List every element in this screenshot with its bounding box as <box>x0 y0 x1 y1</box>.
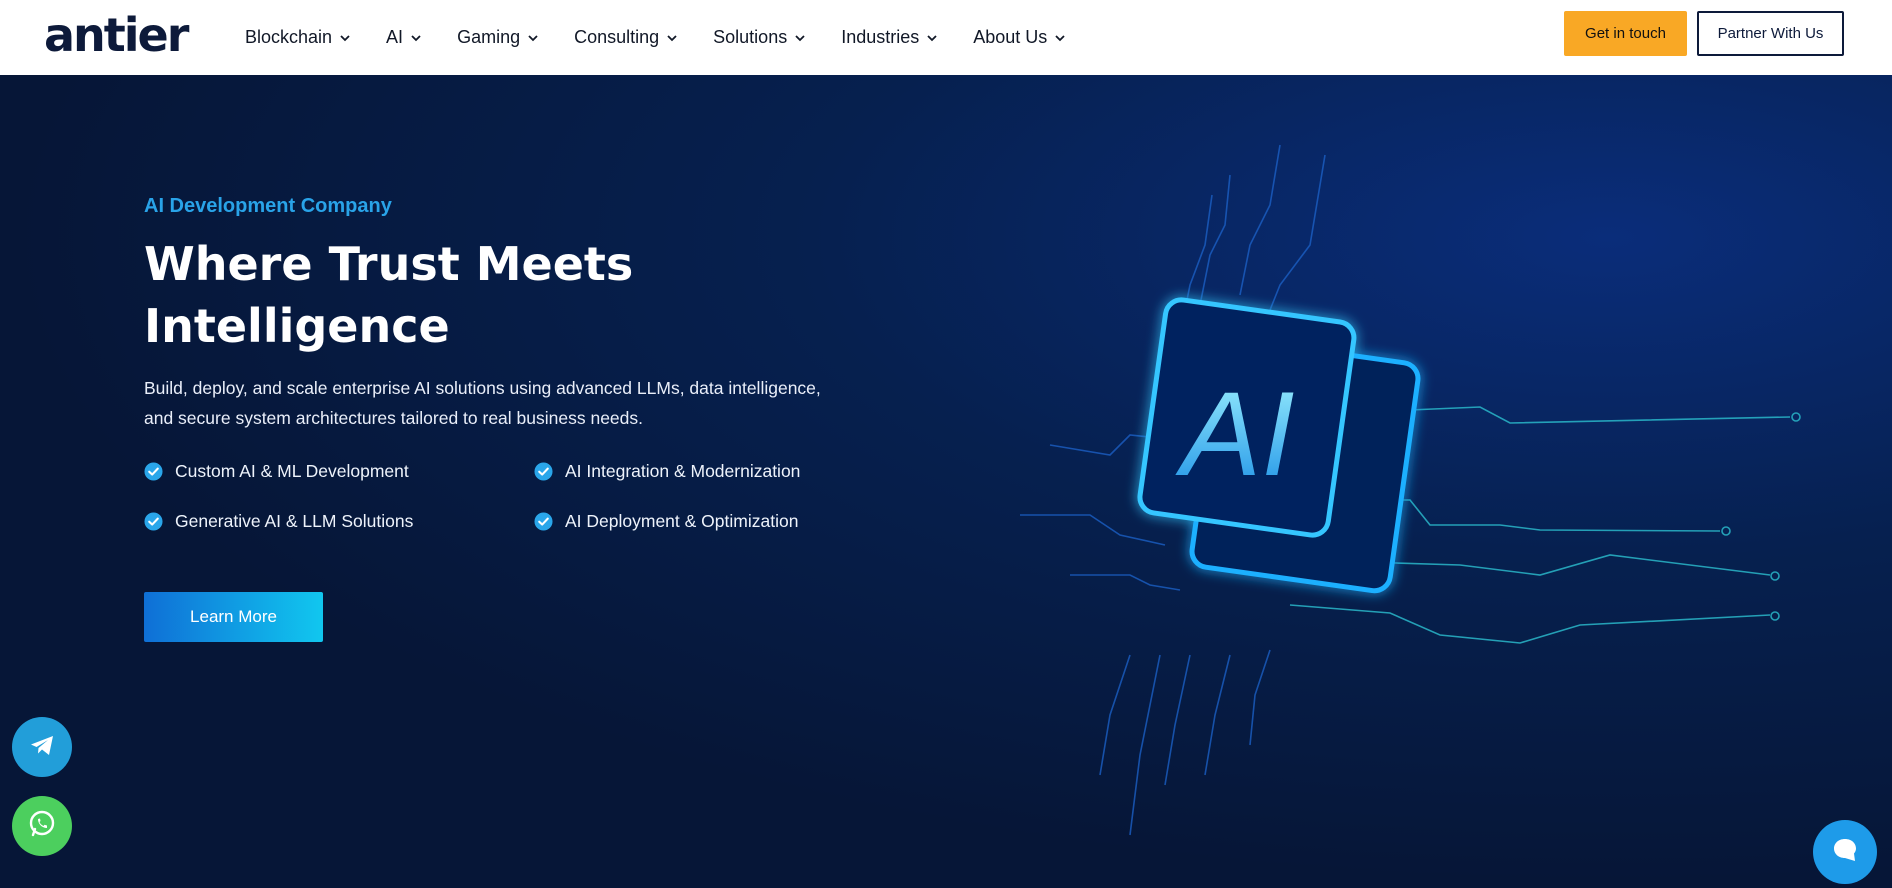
main-nav: Blockchain AI Gaming Consulting Solution… <box>245 0 1101 75</box>
nav-item-blockchain[interactable]: Blockchain <box>245 27 350 48</box>
nav-item-label: Solutions <box>713 27 788 47</box>
nav-item-about-us[interactable]: About Us <box>973 27 1065 48</box>
hero-section: AI Development Company Where Trust Meets… <box>0 75 1892 888</box>
nav-item-gaming[interactable]: Gaming <box>457 27 538 48</box>
feature-item: Custom AI & ML Development <box>144 461 409 482</box>
feature-item: AI Integration & Modernization <box>534 461 800 482</box>
telegram-button[interactable] <box>12 717 72 777</box>
brand-logo[interactable]: antier <box>44 12 189 58</box>
check-circle-icon <box>534 462 553 481</box>
chevron-down-icon <box>667 33 677 43</box>
chevron-down-icon <box>795 33 805 43</box>
nav-item-label: Consulting <box>574 27 660 47</box>
chevron-down-icon <box>927 33 937 43</box>
ai-chip-text: AI <box>1175 367 1294 501</box>
nav-item-ai[interactable]: AI <box>386 27 421 48</box>
hero-description: Build, deploy, and scale enterprise AI s… <box>144 378 821 428</box>
headline-line-1: Where Trust Meets <box>144 237 634 291</box>
nav-item-label: AI <box>386 27 404 47</box>
ai-chip-illustration: AI <box>1020 144 1801 836</box>
whatsapp-icon <box>26 808 58 845</box>
chat-bubble-icon <box>1830 835 1860 870</box>
check-circle-icon <box>534 512 553 531</box>
hero-eyebrow: AI Development Company <box>144 195 392 217</box>
telegram-icon <box>26 729 58 766</box>
nav-item-label: About Us <box>973 27 1048 47</box>
whatsapp-button[interactable] <box>12 796 72 856</box>
learn-more-button[interactable]: Learn More <box>144 592 323 642</box>
feature-item: AI Deployment & Optimization <box>534 511 798 532</box>
site-header: antier Blockchain AI Gaming Consulting S… <box>0 0 1892 75</box>
nav-item-solutions[interactable]: Solutions <box>713 27 805 48</box>
nav-item-consulting[interactable]: Consulting <box>574 27 677 48</box>
chevron-down-icon <box>411 33 421 43</box>
feature-label: Generative AI & LLM Solutions <box>175 511 414 531</box>
feature-label: AI Integration & Modernization <box>565 461 801 481</box>
check-circle-icon <box>144 512 163 531</box>
headline-line-2: Intelligence <box>144 299 450 353</box>
nav-item-label: Gaming <box>457 27 521 47</box>
nav-item-industries[interactable]: Industries <box>841 27 937 48</box>
chevron-down-icon <box>528 33 538 43</box>
check-circle-icon <box>144 462 163 481</box>
partner-with-us-button[interactable]: Partner With Us <box>1697 11 1844 56</box>
feature-label: AI Deployment & Optimization <box>565 511 799 531</box>
hero-headline: Where Trust Meets Intelligence <box>144 233 864 357</box>
chat-button[interactable] <box>1813 820 1877 884</box>
nav-item-label: Blockchain <box>245 27 333 47</box>
feature-label: Custom AI & ML Development <box>175 461 409 481</box>
chevron-down-icon <box>340 33 350 43</box>
get-in-touch-button[interactable]: Get in touch <box>1564 11 1687 56</box>
chevron-down-icon <box>1055 33 1065 43</box>
feature-item: Generative AI & LLM Solutions <box>144 511 413 532</box>
nav-item-label: Industries <box>841 27 920 47</box>
